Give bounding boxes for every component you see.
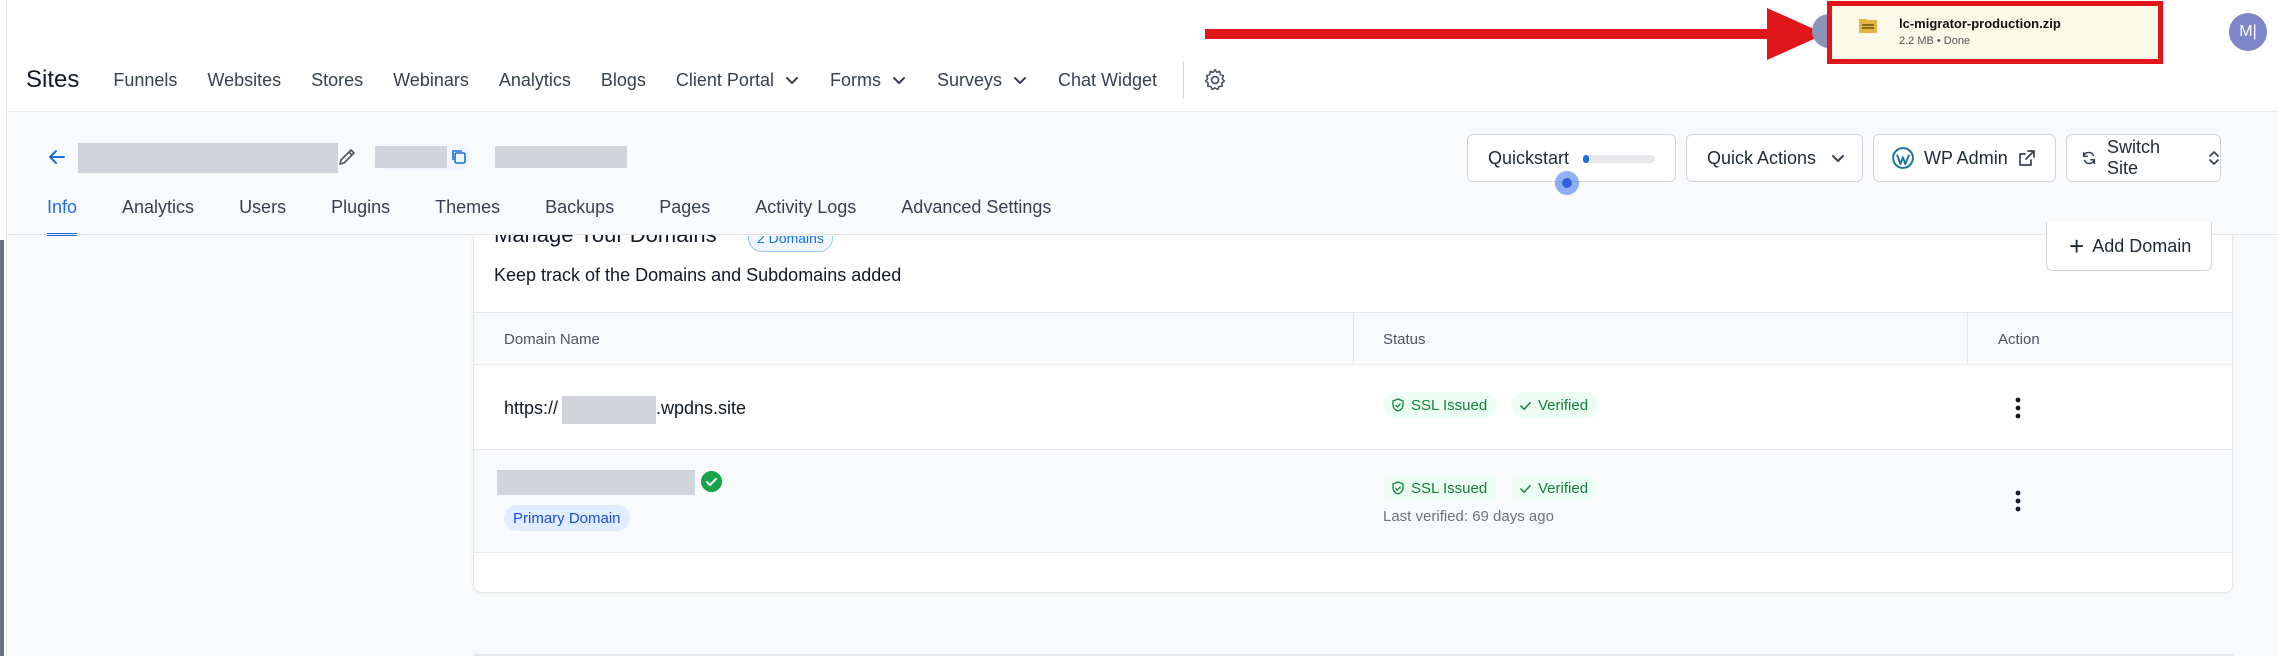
domain-suffix: .wpdns.site <box>656 398 747 418</box>
quickstart-progress-fill <box>1583 155 1589 163</box>
app-root: Sites Funnels Websites Stores Webinars A… <box>0 0 2278 656</box>
nav-item-blogs[interactable]: Blogs <box>601 70 646 91</box>
cursor-indicator <box>1555 171 1579 195</box>
tab-users[interactable]: Users <box>239 197 286 235</box>
nav-label: Chat Widget <box>1057 69 1158 90</box>
table-row <box>474 450 2232 553</box>
download-filename: lc-migrator-production.zip <box>1899 16 2061 31</box>
tab-plugins[interactable]: Plugins <box>331 197 390 235</box>
chevron-down-icon <box>1013 77 1026 84</box>
tab-themes[interactable]: Themes <box>435 197 500 235</box>
nav-label: Analytics <box>498 69 571 90</box>
column-header-domain: Domain Name <box>504 331 600 348</box>
verified-badge: Verified <box>1511 392 1599 418</box>
domain-prefix: https:// <box>504 398 559 418</box>
nav-item-chat-widget[interactable]: Chat Widget <box>1058 70 1157 91</box>
nav-item-analytics[interactable]: Analytics <box>499 70 571 91</box>
column-divider <box>1353 313 1354 366</box>
add-domain-button[interactable]: + Add Domain <box>2046 222 2212 271</box>
external-link-icon <box>2018 150 2035 166</box>
chevron-down-icon <box>785 77 798 84</box>
nav-label: Stores <box>311 69 364 90</box>
domain-name-redacted <box>562 396 656 424</box>
nav-label: Blogs <box>600 69 646 90</box>
ssl-label: SSL Issued <box>1411 479 1488 497</box>
ssl-badge: SSL Issued <box>1383 475 1498 501</box>
nav-label: Forms <box>829 69 881 90</box>
nav-item-funnels[interactable]: Funnels <box>113 70 177 91</box>
nav-item-surveys[interactable]: Surveys <box>937 70 1028 91</box>
nav-label: Client Portal <box>675 69 774 90</box>
shield-check-icon <box>1392 481 1404 495</box>
nav-item-websites[interactable]: Websites <box>207 70 281 91</box>
nav-label: Funnels <box>113 69 178 90</box>
primary-domain-badge: Primary Domain <box>504 505 630 531</box>
tab-advanced-settings[interactable]: Advanced Settings <box>901 197 1051 235</box>
column-header-status: Status <box>1383 331 1426 348</box>
tab-info[interactable]: Info <box>47 197 78 236</box>
verified-label: Verified <box>1538 396 1589 414</box>
site-url-redacted <box>495 146 627 168</box>
site-tabs: Info Analytics Users Plugins Themes Back… <box>47 197 1096 236</box>
download-item[interactable]: lc-migrator-production.zip 2.2 MB • Done <box>1827 1 2163 64</box>
tab-backups[interactable]: Backups <box>545 197 614 235</box>
wp-admin-button[interactable]: WP Admin <box>1873 134 2056 182</box>
plus-icon: + <box>2069 231 2085 261</box>
nav-item-webinars[interactable]: Webinars <box>393 70 469 91</box>
quickstart-label: Quickstart <box>1488 147 1570 168</box>
copy-icon[interactable] <box>450 148 467 165</box>
tab-analytics[interactable]: Analytics <box>122 197 194 235</box>
switch-site-label: Switch Site <box>2107 137 2161 178</box>
nav-label: Websites <box>207 69 282 90</box>
nav-divider <box>1183 61 1185 99</box>
switch-site-button[interactable]: Switch Site <box>2066 134 2221 182</box>
ssl-badge: SSL Issued <box>1383 392 1498 418</box>
kebab-menu-icon[interactable] <box>2015 490 2021 512</box>
last-verified-text: Last verified: 69 days ago <box>1383 508 1554 525</box>
check-icon <box>1520 401 1531 410</box>
back-arrow-icon[interactable] <box>47 147 67 167</box>
verified-check-icon <box>701 471 722 492</box>
pencil-icon[interactable] <box>337 147 357 167</box>
left-scroll-indicator <box>0 240 4 656</box>
nav-label: Webinars <box>393 69 469 90</box>
verified-label: Verified <box>1538 479 1589 497</box>
chevron-down-icon <box>1832 155 1845 162</box>
site-id-redacted <box>375 146 447 168</box>
wp-admin-label: WP Admin <box>1924 147 2008 168</box>
nav-item-forms[interactable]: Forms <box>830 70 907 91</box>
download-meta: 2.2 MB • Done <box>1899 35 1971 47</box>
chevron-down-icon <box>892 77 905 84</box>
quick-actions-label: Quick Actions <box>1707 147 1817 168</box>
primary-domain-redacted <box>497 470 695 495</box>
column-divider <box>1967 313 1968 366</box>
tab-activity-logs[interactable]: Activity Logs <box>755 197 856 235</box>
check-icon <box>1520 484 1531 493</box>
avatar[interactable]: M| <box>2229 13 2267 51</box>
column-header-action: Action <box>1998 331 2040 348</box>
table-header: Domain Name Status Action <box>474 312 2232 366</box>
nav-label: Surveys <box>936 69 1002 90</box>
site-name-redacted <box>78 143 338 173</box>
card-subtitle: Keep track of the Domains and Subdomains… <box>494 265 902 285</box>
quickstart-progress-bar <box>1583 155 1655 163</box>
kebab-menu-icon[interactable] <box>2015 397 2021 419</box>
add-domain-label: Add Domain <box>2092 235 2192 256</box>
shield-check-icon <box>1392 398 1404 412</box>
verified-badge: Verified <box>1511 475 1599 501</box>
tab-pages[interactable]: Pages <box>659 197 710 235</box>
switch-icon <box>2082 151 2096 165</box>
ssl-label: SSL Issued <box>1411 396 1488 414</box>
quick-actions-button[interactable]: Quick Actions <box>1686 134 1863 182</box>
main-nav: Sites Funnels Websites Stores Webinars A… <box>26 60 1228 100</box>
avatar-initials: M| <box>2239 23 2257 40</box>
nav-item-client-portal[interactable]: Client Portal <box>676 70 800 91</box>
nav-title: Sites <box>26 66 80 93</box>
chevron-up-down-icon <box>2209 151 2219 165</box>
nav-item-stores[interactable]: Stores <box>311 70 363 91</box>
zip-file-icon <box>1859 19 1877 33</box>
gear-icon[interactable] <box>1202 67 1228 93</box>
red-arrow-annotation <box>1205 8 1825 60</box>
wordpress-icon <box>1892 147 1914 169</box>
